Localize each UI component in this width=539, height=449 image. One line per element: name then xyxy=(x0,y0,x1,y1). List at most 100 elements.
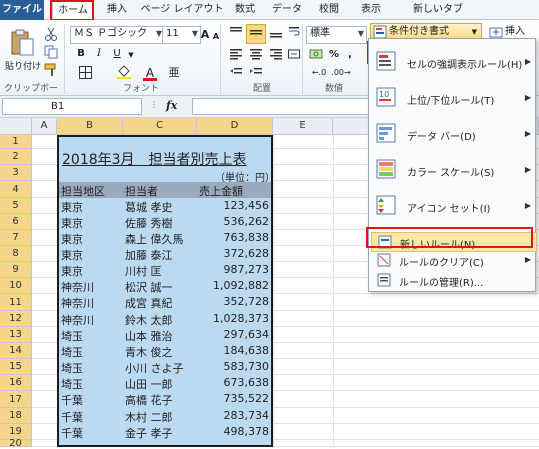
menu-item-new-rule[interactable]: 新しいルール(N)... xyxy=(371,232,537,252)
row-header-20[interactable]: 20 xyxy=(0,439,32,449)
menu-item-icon-sets[interactable]: アイコン セット(I) ▶ xyxy=(371,191,535,221)
decrease-decimal-button[interactable]: .00→ xyxy=(330,64,352,82)
tab-page-layout[interactable]: ページ レイアウト xyxy=(140,0,224,20)
number-group-label: 数値 xyxy=(324,84,343,94)
gridline xyxy=(273,135,274,447)
menu-item-manage-rules[interactable]: ルールの管理(R)... xyxy=(371,271,535,289)
menu-item-clear-rules[interactable]: ルールのクリア(C) ▶ xyxy=(371,251,535,269)
row-header-7[interactable]: 7 xyxy=(0,230,32,246)
menu-item-data-bars[interactable]: データ バー(D) ▶ xyxy=(371,119,535,149)
phonetic-guide-button[interactable]: 亜 xyxy=(164,64,184,82)
tab-view[interactable]: 表示 xyxy=(354,0,388,20)
tab-data[interactable]: データ xyxy=(268,0,306,20)
row-header-17[interactable]: 17 xyxy=(0,391,32,408)
paste-button[interactable]: 貼り付け xyxy=(4,26,41,76)
number-format-dropdown[interactable]: 標準 ▼ xyxy=(306,26,367,44)
color-scales-icon xyxy=(376,159,396,179)
row-header-6[interactable]: 6 xyxy=(0,214,32,230)
merge-center-button[interactable] xyxy=(286,46,302,66)
wrap-text-button[interactable] xyxy=(286,24,302,44)
menu-item-top-bottom-rules[interactable]: 10 上位/下位ルール(T) ▶ xyxy=(371,83,535,113)
cell-sales: 283,734 xyxy=(223,409,270,422)
tab-file[interactable]: ファイル xyxy=(0,0,44,20)
menu-item-color-scales[interactable]: カラー スケール(S) ▶ xyxy=(371,155,535,185)
row-header-9[interactable]: 9 xyxy=(0,262,32,278)
cell-person: 山本 雅治 xyxy=(125,330,173,343)
column-header-a[interactable]: A xyxy=(32,118,57,135)
chevron-down-icon[interactable]: ▼ xyxy=(126,46,136,64)
italic-button[interactable]: I xyxy=(90,45,108,63)
column-header-d[interactable]: D xyxy=(197,118,273,135)
bold-button[interactable]: B xyxy=(72,45,90,63)
conditional-formatting-label: 条件付き書式 xyxy=(389,26,449,37)
align-bottom-button[interactable] xyxy=(266,24,286,44)
row-header-12[interactable]: 12 xyxy=(0,311,32,327)
currency-format-button[interactable] xyxy=(306,46,326,64)
align-left-button[interactable] xyxy=(226,46,246,66)
table-row: 埼玉 山本 雅治 297,634 xyxy=(59,328,271,343)
cut-button[interactable] xyxy=(42,26,60,44)
manage-rules-icon xyxy=(377,273,391,287)
tab-formulas[interactable]: 数式 xyxy=(228,0,262,20)
row-header-5[interactable]: 5 xyxy=(0,198,32,214)
cell-person: 木村 二郎 xyxy=(125,411,173,424)
cell-sales: 297,634 xyxy=(223,328,270,341)
fill-color-button[interactable] xyxy=(114,64,138,82)
increase-indent-button[interactable] xyxy=(246,64,266,82)
row-header-14[interactable]: 14 xyxy=(0,343,32,359)
row-header-15[interactable]: 15 xyxy=(0,359,32,375)
borders-button[interactable] xyxy=(76,64,98,82)
row-header-1[interactable]: 1 xyxy=(0,135,32,149)
cell-sales: 372,628 xyxy=(223,247,270,260)
column-header-e[interactable]: E xyxy=(273,118,333,135)
row-header-8[interactable]: 8 xyxy=(0,246,32,262)
underline-button[interactable]: U xyxy=(108,45,126,63)
font-size-value: 11 xyxy=(166,28,179,39)
name-box[interactable]: B1 xyxy=(2,98,142,115)
row-header-4[interactable]: 4 xyxy=(0,181,32,198)
cell-region: 東京 xyxy=(61,249,83,262)
tab-review[interactable]: 校閲 xyxy=(312,0,346,20)
tab-new-tab[interactable]: 新しいタブ xyxy=(408,0,468,20)
row-header-18[interactable]: 18 xyxy=(0,408,32,424)
comma-format-button[interactable]: , xyxy=(342,46,358,64)
row-header-11[interactable]: 11 xyxy=(0,294,32,311)
row-header-3[interactable]: 3 xyxy=(0,165,32,181)
font-name-value: ＭＳ Ｐゴシック xyxy=(74,28,148,39)
cell-region: 埼玉 xyxy=(61,378,83,391)
increase-decimal-button[interactable]: ←.0 xyxy=(308,64,330,82)
font-color-button[interactable]: A xyxy=(140,64,160,82)
borders-icon xyxy=(79,66,92,79)
insert-function-button[interactable]: fx xyxy=(166,99,190,115)
scissors-icon xyxy=(45,27,57,41)
font-size-dropdown[interactable]: 11 ▼ xyxy=(162,26,201,44)
align-center-button[interactable] xyxy=(246,46,266,66)
formula-input[interactable] xyxy=(192,98,372,115)
menu-item-highlight-rules[interactable]: セルの強調表示ルール(H) ▶ xyxy=(371,47,535,77)
column-header-b[interactable]: B xyxy=(57,118,123,135)
row-header-2[interactable]: 2 xyxy=(0,149,32,165)
row-header-16[interactable]: 16 xyxy=(0,375,32,391)
submenu-arrow-icon: ▶ xyxy=(524,93,531,102)
row-header-10[interactable]: 10 xyxy=(0,278,32,294)
font-name-dropdown[interactable]: ＭＳ Ｐゴシック ▼ xyxy=(70,26,165,44)
column-header-c[interactable]: C xyxy=(123,118,197,135)
copy-button[interactable] xyxy=(42,44,60,62)
format-painter-button[interactable] xyxy=(42,62,60,80)
align-right-button[interactable] xyxy=(266,46,286,66)
cell-sales: 763,838 xyxy=(223,231,270,244)
align-top-button[interactable] xyxy=(226,24,246,44)
row-header-13[interactable]: 13 xyxy=(0,327,32,343)
select-all-corner[interactable] xyxy=(0,118,32,135)
submenu-arrow-icon: ▶ xyxy=(524,255,531,264)
tab-insert[interactable]: 挿入 xyxy=(100,0,134,20)
menu-item-label: 新しいルール(N)... xyxy=(400,240,485,251)
tab-home[interactable]: ホーム xyxy=(52,0,94,22)
align-middle-button[interactable] xyxy=(246,24,266,44)
cell-sales: 498,378 xyxy=(223,425,270,438)
percent-format-button[interactable]: % xyxy=(326,46,342,64)
cell-person: 青木 俊之 xyxy=(125,346,173,359)
clear-rules-icon xyxy=(377,253,391,267)
cell-region: 神奈川 xyxy=(61,281,94,294)
decrease-indent-button[interactable] xyxy=(226,64,246,82)
